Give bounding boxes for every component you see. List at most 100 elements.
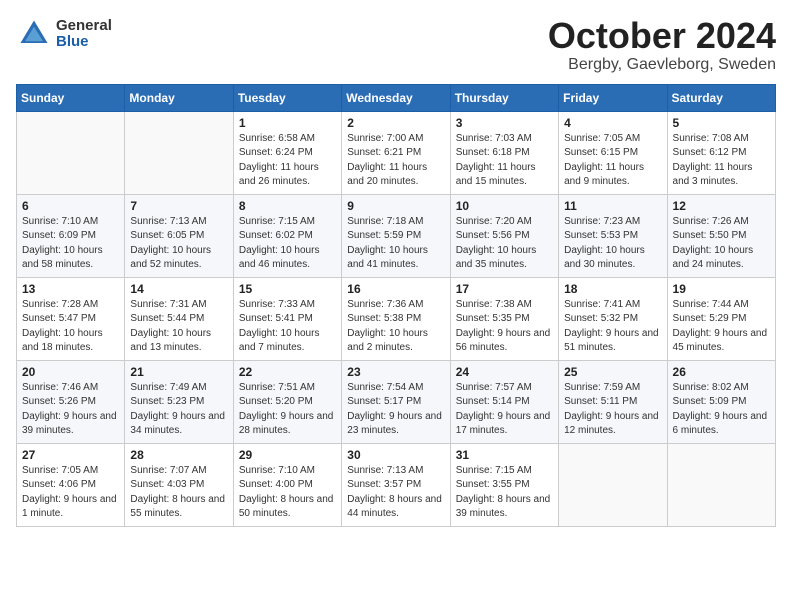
day-number: 3 <box>456 116 553 130</box>
day-cell <box>559 443 667 526</box>
day-cell: 8 Sunrise: 7:15 AMSunset: 6:02 PMDaylight… <box>233 194 341 277</box>
day-number: 16 <box>347 282 444 296</box>
day-info: Sunrise: 7:54 AMSunset: 5:17 PMDaylight:… <box>347 381 444 439</box>
day-cell: 1 Sunrise: 6:58 AMSunset: 6:24 PMDaylight… <box>233 111 341 194</box>
day-info: Sunrise: 7:05 AMSunset: 6:15 PMDaylight:… <box>564 132 661 190</box>
day-info: Sunrise: 7:26 AMSunset: 5:50 PMDaylight:… <box>673 215 770 273</box>
day-number: 20 <box>22 365 119 379</box>
day-info: Sunrise: 7:23 AMSunset: 5:53 PMDaylight:… <box>564 215 661 273</box>
day-cell: 29 Sunrise: 7:10 AMSunset: 4:00 PMDayligh… <box>233 443 341 526</box>
day-number: 26 <box>673 365 770 379</box>
header-tuesday: Tuesday <box>233 84 341 111</box>
week-row-3: 20 Sunrise: 7:46 AMSunset: 5:26 PMDayligh… <box>17 360 776 443</box>
day-info: Sunrise: 7:44 AMSunset: 5:29 PMDaylight:… <box>673 298 770 356</box>
day-number: 15 <box>239 282 336 296</box>
day-cell: 12 Sunrise: 7:26 AMSunset: 5:50 PMDayligh… <box>667 194 775 277</box>
day-number: 31 <box>456 448 553 462</box>
header-saturday: Saturday <box>667 84 775 111</box>
day-cell: 4 Sunrise: 7:05 AMSunset: 6:15 PMDaylight… <box>559 111 667 194</box>
day-number: 14 <box>130 282 227 296</box>
day-info: Sunrise: 7:36 AMSunset: 5:38 PMDaylight:… <box>347 298 444 356</box>
day-cell: 28Sunrise: 7:07 AMSunset: 4:03 PMDayligh… <box>125 443 233 526</box>
header-sunday: Sunday <box>17 84 125 111</box>
day-cell: 31Sunrise: 7:15 AMSunset: 3:55 PMDayligh… <box>450 443 558 526</box>
day-number: 9 <box>347 199 444 213</box>
day-number: 8 <box>239 199 336 213</box>
week-row-0: 1 Sunrise: 6:58 AMSunset: 6:24 PMDaylight… <box>17 111 776 194</box>
day-cell: 3 Sunrise: 7:03 AMSunset: 6:18 PMDaylight… <box>450 111 558 194</box>
day-cell <box>125 111 233 194</box>
header-row: SundayMondayTuesdayWednesdayThursdayFrid… <box>17 84 776 111</box>
day-cell: 22Sunrise: 7:51 AMSunset: 5:20 PMDayligh… <box>233 360 341 443</box>
day-number: 29 <box>239 448 336 462</box>
day-number: 4 <box>564 116 661 130</box>
day-number: 27 <box>22 448 119 462</box>
day-cell: 5Sunrise: 7:08 AMSunset: 6:12 PMDaylight… <box>667 111 775 194</box>
day-cell: 23 Sunrise: 7:54 AMSunset: 5:17 PMDayligh… <box>342 360 450 443</box>
day-info: Sunrise: 8:02 AMSunset: 5:09 PMDaylight:… <box>673 381 770 439</box>
day-info: Sunrise: 7:46 AMSunset: 5:26 PMDaylight:… <box>22 381 119 439</box>
day-info: Sunrise: 7:13 AMSunset: 3:57 PMDaylight:… <box>347 464 444 522</box>
day-info: Sunrise: 7:41 AMSunset: 5:32 PMDaylight:… <box>564 298 661 356</box>
day-info: Sunrise: 7:00 AMSunset: 6:21 PMDaylight:… <box>347 132 444 190</box>
day-cell: 21 Sunrise: 7:49 AMSunset: 5:23 PMDayligh… <box>125 360 233 443</box>
header-monday: Monday <box>125 84 233 111</box>
header-thursday: Thursday <box>450 84 558 111</box>
day-info: Sunrise: 7:28 AMSunset: 5:47 PMDaylight:… <box>22 298 119 356</box>
week-row-1: 6 Sunrise: 7:10 AMSunset: 6:09 PMDaylight… <box>17 194 776 277</box>
day-cell: 19 Sunrise: 7:44 AMSunset: 5:29 PMDayligh… <box>667 277 775 360</box>
day-cell <box>17 111 125 194</box>
day-info: Sunrise: 7:20 AMSunset: 5:56 PMDaylight:… <box>456 215 553 273</box>
logo-icon <box>16 16 52 52</box>
day-number: 7 <box>130 199 227 213</box>
day-cell: 25Sunrise: 7:59 AMSunset: 5:11 PMDayligh… <box>559 360 667 443</box>
day-cell: 10 Sunrise: 7:20 AMSunset: 5:56 PMDayligh… <box>450 194 558 277</box>
day-number: 11 <box>564 199 661 213</box>
day-info: Sunrise: 7:15 AMSunset: 6:02 PMDaylight:… <box>239 215 336 273</box>
day-cell: 27Sunrise: 7:05 AMSunset: 4:06 PMDayligh… <box>17 443 125 526</box>
day-cell: 6 Sunrise: 7:10 AMSunset: 6:09 PMDaylight… <box>17 194 125 277</box>
day-number: 5 <box>673 116 770 130</box>
calendar-table: SundayMondayTuesdayWednesdayThursdayFrid… <box>16 84 776 527</box>
logo-general: General <box>56 18 112 35</box>
day-cell: 17Sunrise: 7:38 AMSunset: 5:35 PMDayligh… <box>450 277 558 360</box>
day-number: 13 <box>22 282 119 296</box>
day-number: 2 <box>347 116 444 130</box>
logo: General Blue <box>16 16 112 52</box>
day-cell: 11 Sunrise: 7:23 AMSunset: 5:53 PMDayligh… <box>559 194 667 277</box>
day-info: Sunrise: 7:03 AMSunset: 6:18 PMDaylight:… <box>456 132 553 190</box>
header-friday: Friday <box>559 84 667 111</box>
day-info: Sunrise: 7:33 AMSunset: 5:41 PMDaylight:… <box>239 298 336 356</box>
month-title: October 2024 <box>548 16 776 56</box>
day-info: Sunrise: 7:13 AMSunset: 6:05 PMDaylight:… <box>130 215 227 273</box>
day-number: 23 <box>347 365 444 379</box>
day-number: 30 <box>347 448 444 462</box>
day-cell: 20 Sunrise: 7:46 AMSunset: 5:26 PMDayligh… <box>17 360 125 443</box>
day-cell: 9 Sunrise: 7:18 AMSunset: 5:59 PMDaylight… <box>342 194 450 277</box>
day-number: 1 <box>239 116 336 130</box>
day-cell: 14 Sunrise: 7:31 AMSunset: 5:44 PMDayligh… <box>125 277 233 360</box>
day-info: Sunrise: 7:10 AMSunset: 6:09 PMDaylight:… <box>22 215 119 273</box>
week-row-4: 27Sunrise: 7:05 AMSunset: 4:06 PMDayligh… <box>17 443 776 526</box>
day-cell: 16 Sunrise: 7:36 AMSunset: 5:38 PMDayligh… <box>342 277 450 360</box>
day-cell <box>667 443 775 526</box>
day-info: Sunrise: 7:31 AMSunset: 5:44 PMDaylight:… <box>130 298 227 356</box>
day-cell: 13 Sunrise: 7:28 AMSunset: 5:47 PMDayligh… <box>17 277 125 360</box>
day-number: 21 <box>130 365 227 379</box>
day-info: Sunrise: 7:51 AMSunset: 5:20 PMDaylight:… <box>239 381 336 439</box>
day-number: 19 <box>673 282 770 296</box>
day-cell: 2 Sunrise: 7:00 AMSunset: 6:21 PMDaylight… <box>342 111 450 194</box>
day-info: Sunrise: 7:57 AMSunset: 5:14 PMDaylight:… <box>456 381 553 439</box>
day-info: Sunrise: 7:18 AMSunset: 5:59 PMDaylight:… <box>347 215 444 273</box>
day-info: Sunrise: 7:49 AMSunset: 5:23 PMDaylight:… <box>130 381 227 439</box>
day-info: Sunrise: 7:10 AMSunset: 4:00 PMDaylight:… <box>239 464 336 522</box>
day-number: 25 <box>564 365 661 379</box>
logo-text: General Blue <box>56 18 112 51</box>
day-cell: 30 Sunrise: 7:13 AMSunset: 3:57 PMDayligh… <box>342 443 450 526</box>
day-number: 6 <box>22 199 119 213</box>
week-row-2: 13 Sunrise: 7:28 AMSunset: 5:47 PMDayligh… <box>17 277 776 360</box>
day-number: 12 <box>673 199 770 213</box>
day-number: 10 <box>456 199 553 213</box>
day-info: Sunrise: 6:58 AMSunset: 6:24 PMDaylight:… <box>239 132 336 190</box>
day-info: Sunrise: 7:38 AMSunset: 5:35 PMDaylight:… <box>456 298 553 356</box>
